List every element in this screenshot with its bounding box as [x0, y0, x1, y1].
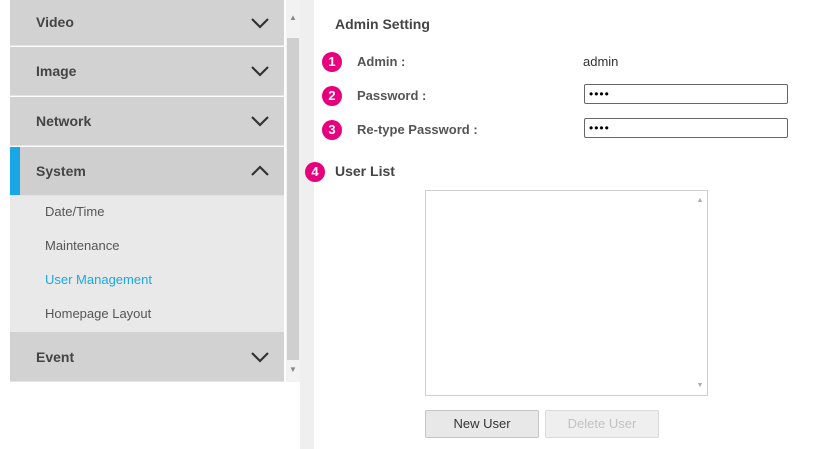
listbox-scrollbar[interactable]: ▲ ▼ — [693, 191, 707, 395]
user-listbox[interactable]: ▲ ▼ — [425, 190, 708, 396]
sidebar-nav: Video Image Network System Date/Time Mai… — [10, 0, 284, 382]
submenu-item-maintenance[interactable]: Maintenance — [45, 238, 119, 253]
chevron-down-icon[interactable] — [250, 351, 270, 363]
step-badge-2: 2 — [322, 86, 342, 106]
scroll-thumb[interactable] — [287, 38, 299, 360]
submenu-item-homepage-layout[interactable]: Homepage Layout — [45, 306, 151, 321]
admin-setting-title: Admin Setting — [335, 16, 430, 32]
sidebar-section-event[interactable]: Event — [10, 332, 284, 382]
active-section-indicator — [10, 147, 20, 195]
main-content: Admin Setting 1 Admin : admin 2 Password… — [305, 0, 818, 449]
sidebar-section-system[interactable]: System — [10, 147, 284, 196]
password-input[interactable]: •••• — [584, 84, 788, 104]
system-submenu: Date/Time Maintenance User Management Ho… — [10, 196, 284, 332]
retype-password-input[interactable]: •••• — [584, 118, 788, 138]
chevron-down-icon[interactable] — [250, 65, 270, 77]
step-badge-3: 3 — [322, 120, 342, 140]
scroll-down-arrow-icon[interactable]: ▼ — [693, 382, 707, 389]
scroll-down-arrow-icon[interactable]: ▼ — [286, 364, 300, 376]
step-badge-1: 1 — [322, 52, 342, 72]
sidebar-scrollbar[interactable]: ▲ ▼ — [286, 0, 300, 382]
sidebar-section-label: Video — [36, 14, 74, 30]
delete-user-button[interactable]: Delete User — [545, 410, 659, 438]
submenu-item-date-time[interactable]: Date/Time — [45, 204, 104, 219]
sidebar-section-label: Network — [36, 113, 92, 129]
user-list-title: User List — [335, 163, 395, 179]
submenu-item-user-management[interactable]: User Management — [45, 272, 152, 287]
new-user-button[interactable]: New User — [425, 410, 539, 438]
chevron-down-icon[interactable] — [250, 17, 270, 29]
retype-password-label: Re-type Password : — [357, 122, 478, 137]
sidebar-section-video[interactable]: Video — [10, 0, 284, 46]
scroll-up-arrow-icon[interactable]: ▲ — [286, 12, 300, 24]
sidebar-section-label: Image — [36, 63, 77, 79]
chevron-up-icon[interactable] — [250, 165, 270, 177]
left-panel: Video Image Network System Date/Time Mai… — [10, 0, 324, 449]
admin-value: admin — [583, 54, 619, 69]
sidebar-section-image[interactable]: Image — [10, 47, 284, 96]
sidebar-section-label: System — [36, 163, 86, 179]
admin-label: Admin : — [357, 54, 406, 69]
chevron-down-icon[interactable] — [250, 115, 270, 127]
step-badge-4: 4 — [305, 162, 325, 182]
sidebar-section-label: Event — [36, 348, 75, 365]
scroll-up-arrow-icon[interactable]: ▲ — [693, 197, 707, 204]
password-label: Password : — [357, 88, 427, 103]
sidebar-section-network[interactable]: Network — [10, 97, 284, 146]
